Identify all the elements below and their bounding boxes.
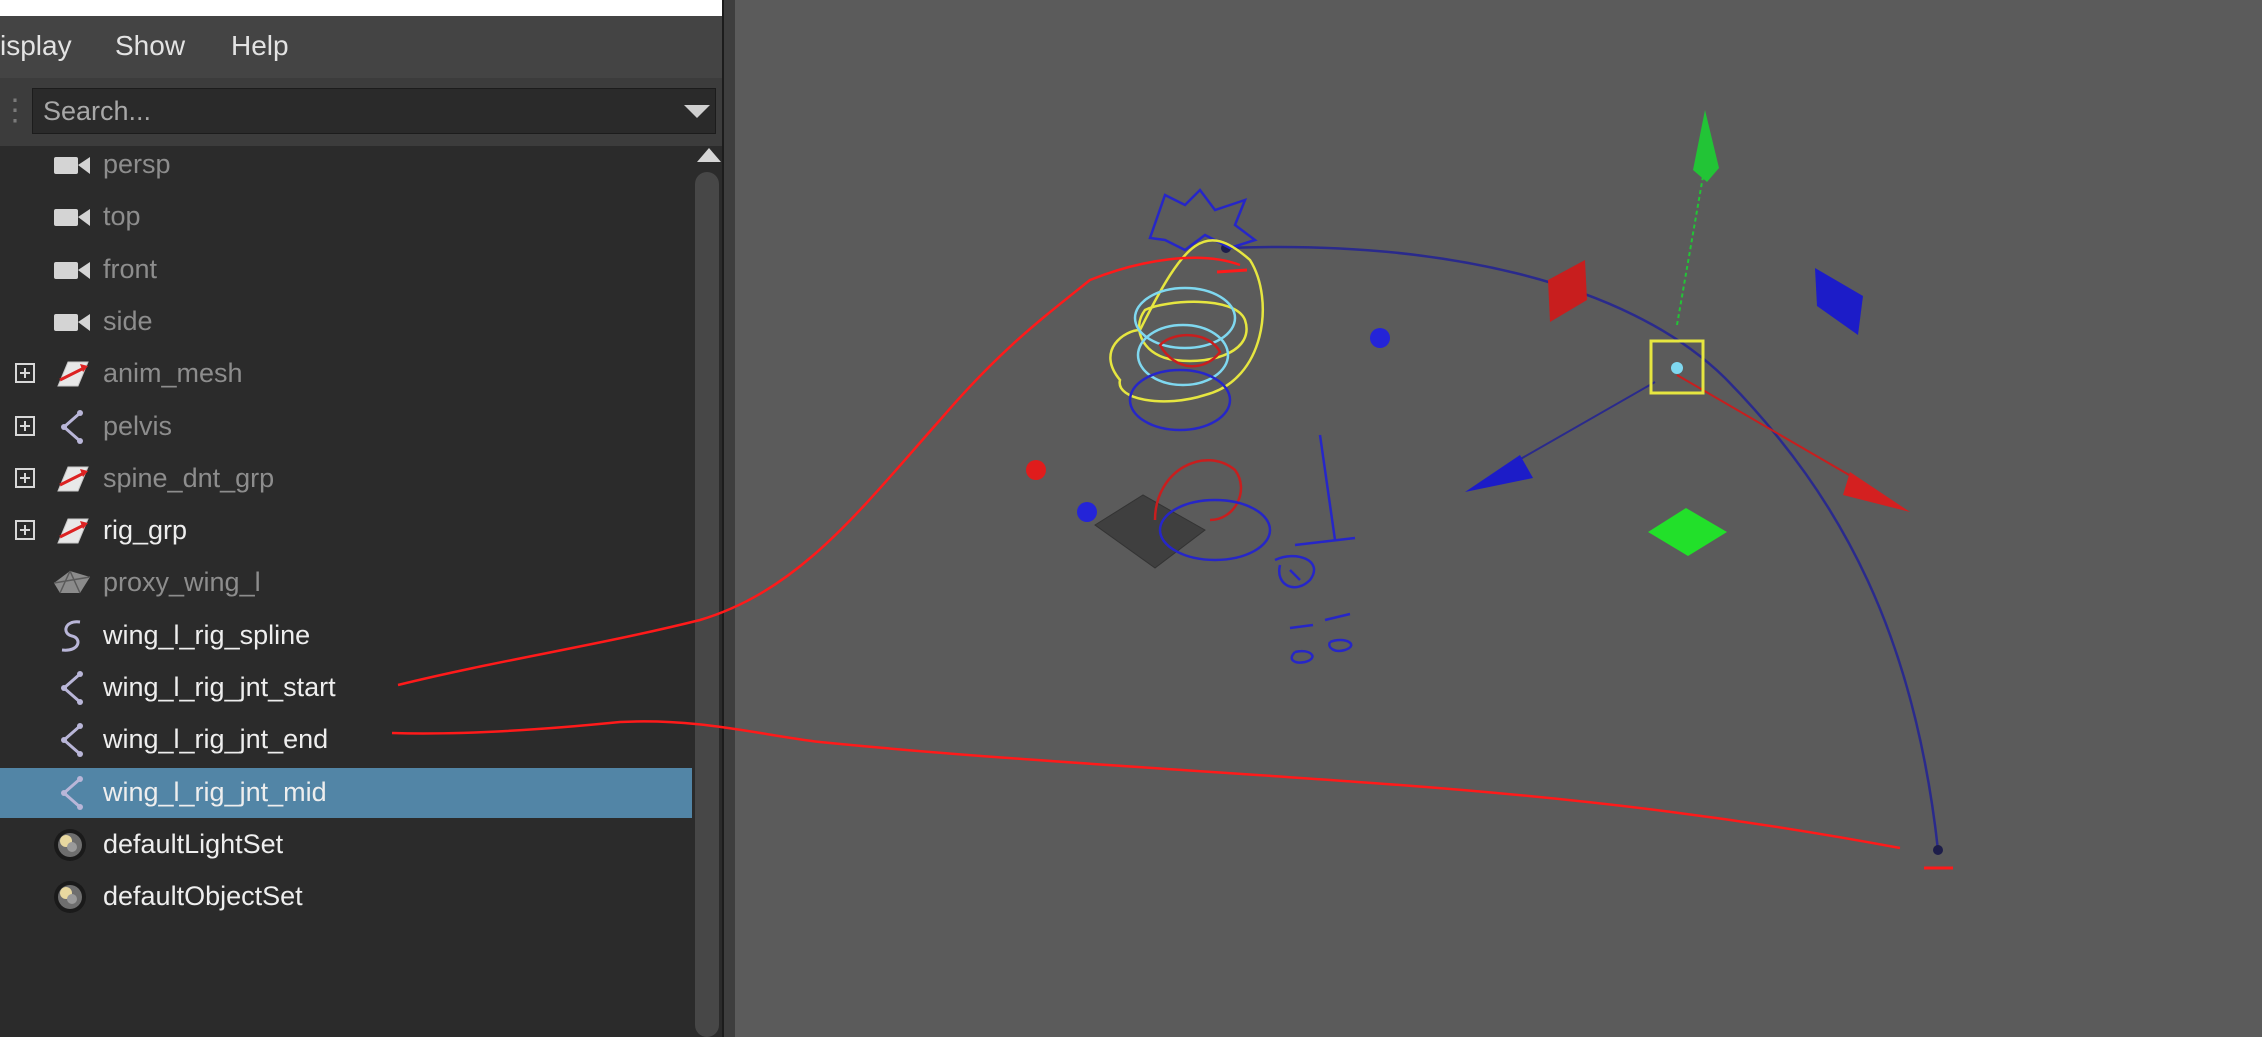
- outliner-item-label: side: [103, 305, 153, 336]
- outliner-item-label: wing_l_rig_jnt_end: [103, 724, 329, 755]
- joint-start-marker: [1216, 268, 1248, 274]
- outliner-item-label: rig_grp: [103, 515, 188, 546]
- group-icon: [50, 459, 94, 499]
- expand-icon[interactable]: [15, 363, 35, 384]
- gizmo-x-arrow-icon: [1843, 472, 1910, 512]
- expand-icon[interactable]: [15, 520, 35, 541]
- yellow-control-curve: [1109, 239, 1264, 403]
- outliner-item-label: proxy_wing_l: [103, 567, 261, 598]
- gizmo-green-plane-icon: [1648, 508, 1727, 556]
- outliner-item-label: defaultLightSet: [103, 828, 284, 859]
- outliner-item-top[interactable]: top: [0, 192, 692, 242]
- search-row: ⋮: [0, 78, 735, 146]
- outliner-item-anim-mesh[interactable]: anim_mesh: [0, 349, 692, 399]
- gizmo-y-axis: [1676, 164, 1706, 326]
- gizmo-red-plane-icon: [1548, 260, 1587, 322]
- menu-show[interactable]: Show: [115, 30, 185, 62]
- blue-locator-icon: [1370, 328, 1390, 348]
- mesh-icon: [50, 563, 94, 603]
- outliner-list: persp top front side anim_meshpelvis spine_dn…: [0, 146, 692, 1037]
- outliner-item-label: wing_l_rig_jnt_start: [103, 672, 336, 702]
- outliner-menubar: isplay Show Help: [0, 16, 735, 78]
- outliner-item-side[interactable]: side: [0, 297, 692, 347]
- outliner-item-proxy-wing-l[interactable]: proxy_wing_l: [0, 558, 692, 608]
- outliner-item-wing-l-rig-jnt-end[interactable]: wing_l_rig_jnt_end: [0, 715, 692, 765]
- gizmo-z-axis: [1509, 381, 1656, 466]
- expand-icon[interactable]: [15, 467, 35, 488]
- search-dropdown-icon[interactable]: [684, 105, 710, 118]
- gizmo-blue-plane-icon: [1815, 268, 1863, 335]
- outliner-item-label: wing_l_rig_spline: [103, 619, 311, 650]
- camera-icon: [50, 250, 94, 290]
- red-locator-icon: [1026, 460, 1046, 480]
- outliner-item-defaultobjectset[interactable]: defaultObjectSet: [0, 872, 692, 922]
- outliner-item-label: persp: [103, 149, 171, 179]
- outliner-item-label: pelvis: [103, 410, 173, 441]
- set-icon: [50, 825, 94, 865]
- gizmo-y-arrow-icon: [1693, 110, 1719, 182]
- gizmo-x-axis: [1676, 374, 1876, 491]
- camera-icon: [50, 145, 94, 185]
- outliner-item-label: defaultObjectSet: [103, 881, 303, 912]
- joint-icon: [50, 407, 94, 447]
- outliner-item-persp[interactable]: persp: [0, 140, 692, 190]
- joint-icon: [50, 668, 94, 708]
- outliner-item-rig-grp[interactable]: rig_grp: [0, 506, 692, 556]
- gizmo-z-arrow-icon: [1465, 455, 1533, 492]
- wing-spline-curve: [1225, 245, 1940, 851]
- group-icon: [50, 511, 94, 551]
- set-icon: [50, 877, 94, 917]
- search-input[interactable]: [32, 88, 716, 134]
- camera-icon: [50, 302, 94, 342]
- outliner-item-label: front: [103, 253, 158, 284]
- expand-icon[interactable]: [15, 415, 35, 436]
- joint-icon: [50, 773, 94, 813]
- menu-display[interactable]: isplay: [0, 30, 72, 62]
- menu-help[interactable]: Help: [231, 30, 289, 62]
- outliner-item-pelvis[interactable]: pelvis: [0, 402, 692, 452]
- scrollbar[interactable]: [692, 146, 722, 1037]
- outliner-item-label: anim_mesh: [103, 358, 243, 389]
- outliner-item-wing-l-rig-spline[interactable]: wing_l_rig_spline: [0, 611, 692, 661]
- outliner-panel: isplay Show Help ⋮ persp top front side anim…: [0, 0, 735, 1037]
- viewport-3d[interactable]: [735, 0, 2262, 1037]
- gizmo-center-icon: [1671, 362, 1683, 374]
- scroll-up-icon[interactable]: [697, 148, 721, 162]
- panel-divider[interactable]: [722, 0, 735, 1037]
- scrollbar-thumb[interactable]: [695, 172, 719, 1037]
- outliner-item-label: top: [103, 201, 141, 232]
- viewport-scene: [1026, 110, 1953, 870]
- outliner-item-label: spine_dnt_grp: [103, 462, 275, 493]
- outliner-item-defaultlightset[interactable]: defaultLightSet: [0, 820, 692, 870]
- group-icon: [50, 354, 94, 394]
- joint-icon: [50, 720, 94, 760]
- drag-handle-icon[interactable]: ⋮: [0, 88, 30, 134]
- curve-icon: [50, 616, 94, 656]
- camera-icon: [50, 197, 94, 237]
- outliner-item-label: wing_l_rig_jnt_mid: [103, 776, 327, 807]
- blue-locator-icon-2: [1077, 502, 1097, 522]
- outliner-item-wing-l-rig-jnt-start[interactable]: wing_l_rig_jnt_start: [0, 663, 692, 713]
- blue-hand-curve: [1274, 434, 1356, 589]
- outliner-item-spine-dnt-grp[interactable]: spine_dnt_grp: [0, 454, 692, 504]
- blue-foot-curves: [1289, 612, 1353, 664]
- outliner-item-front[interactable]: front: [0, 245, 692, 295]
- joint-end-icon: [1933, 845, 1943, 855]
- window-top-strip: [0, 0, 735, 16]
- outliner-item-wing-l-rig-jnt-mid[interactable]: wing_l_rig_jnt_mid: [0, 767, 692, 818]
